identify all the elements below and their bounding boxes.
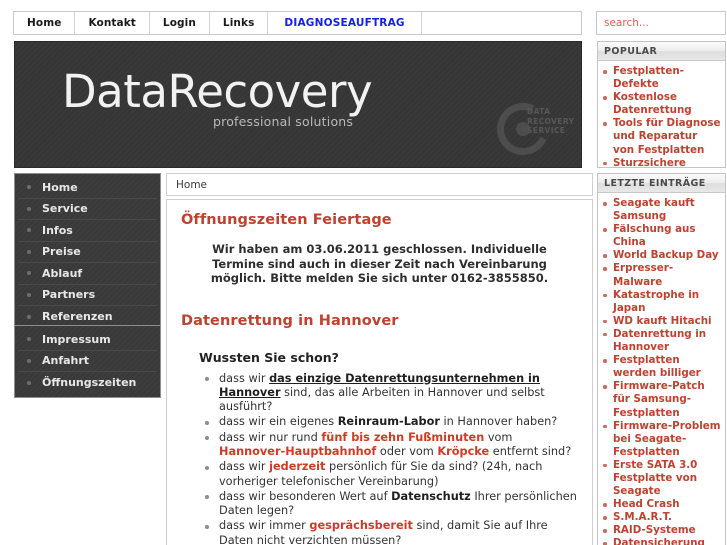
sidebar-item-infos[interactable]: Infos — [18, 220, 157, 242]
list-item[interactable]: Erpresser-Malware — [603, 262, 721, 288]
sidebar-item-ablauf[interactable]: Ablauf — [18, 263, 157, 285]
list-item[interactable]: Firmware-Patch für Samsung-Festplatten — [603, 380, 721, 419]
sidebar-item-label: Anfahrt — [42, 354, 90, 368]
list-item[interactable]: World Backup Day — [603, 249, 721, 262]
sidebar-item-oeffnungszeiten[interactable]: Öffnungszeiten — [18, 372, 157, 394]
popular-panel-title: POPULAR — [598, 42, 725, 61]
popular-list: Festplatten-Defekte Kostenlose Datenrett… — [598, 61, 725, 167]
sidebar-item-label: Referenzen — [42, 310, 113, 324]
list-item[interactable]: Festplatten werden billiger — [603, 354, 721, 380]
sidebar-item-partners[interactable]: Partners — [18, 285, 157, 306]
sidebar-item-home[interactable]: Home — [18, 177, 157, 199]
sidebar-item-label: Service — [42, 202, 88, 216]
top-navigation-bar: Home Kontakt Login Links DIAGNOSEAUFTRAG — [13, 11, 582, 35]
topnav-spacer — [422, 12, 581, 34]
facts-list: dass wir das einzige Datenrettungsuntern… — [181, 372, 578, 545]
site-logo-title: DataRecovery — [62, 65, 373, 118]
sidebar-item-label: Preise — [42, 245, 81, 259]
watermark-label: DATA RECOVERY SERVICE — [527, 107, 575, 135]
topnav-item-links[interactable]: Links — [210, 12, 269, 34]
topnav-item-kontakt[interactable]: Kontakt — [75, 12, 150, 34]
sidebar-primary-menu: Home Service Infos Preise Ablauf Partner… — [14, 173, 161, 332]
list-item: dass wir immer gesprächsbereit sind, dam… — [204, 519, 578, 545]
sidebar-item-service[interactable]: Service — [18, 199, 157, 220]
site-banner: DataRecovery professional solutions DATA… — [14, 41, 582, 168]
list-item: dass wir nur rund fünf bis zehn Fußminut… — [204, 431, 578, 460]
page-title-oeffnungszeiten: Öffnungszeiten Feiertage — [181, 212, 392, 228]
sidebar-item-label: Home — [42, 180, 78, 194]
section-title-wussten-sie-schon: Wussten Sie schon? — [199, 349, 339, 365]
sidebar-item-label: Impressum — [42, 332, 111, 346]
holiday-notice-text: Wir haben am 03.06.2011 geschlossen. Ind… — [210, 242, 549, 285]
list-item[interactable]: RAID-Systeme — [603, 524, 721, 537]
sidebar-secondary-menu: Impressum Anfahrt Öffnungszeiten — [14, 325, 161, 398]
sidebar-item-label: Infos — [42, 223, 73, 237]
list-item[interactable]: Kostenlose Datenrettung — [603, 91, 721, 117]
list-item: dass wir besonderen Wert auf Datenschutz… — [204, 490, 578, 519]
list-item[interactable]: Festplatten-Defekte — [603, 65, 721, 91]
list-item[interactable]: Head Crash — [603, 498, 721, 511]
topnav-item-diagnoseauftrag[interactable]: DIAGNOSEAUFTRAG — [268, 12, 422, 34]
list-item: dass wir jederzeit persönlich für Sie da… — [204, 460, 578, 489]
topnav-item-login[interactable]: Login — [150, 12, 210, 34]
search-input[interactable] — [596, 11, 726, 35]
page-title-datenrettung: Datenrettung in Hannover — [181, 312, 399, 329]
sidebar-item-impressum[interactable]: Impressum — [18, 329, 157, 351]
breadcrumb-current[interactable]: Home — [176, 179, 207, 191]
list-item[interactable]: Katastrophe in Japan — [603, 289, 721, 315]
topnav-item-home[interactable]: Home — [14, 12, 76, 34]
list-item[interactable]: Tools für Diagnose und Reparatur von Fes… — [603, 117, 721, 156]
list-item[interactable]: S.M.A.R.T. — [603, 511, 721, 524]
list-item[interactable]: Sturzsichere Festplatte — [603, 157, 721, 167]
list-item[interactable]: WD kauft Hitachi — [603, 315, 721, 328]
page-root: Home Kontakt Login Links DIAGNOSEAUFTRAG… — [0, 0, 727, 545]
breadcrumb: Home — [166, 173, 593, 196]
sidebar-item-preise[interactable]: Preise — [18, 242, 157, 263]
latest-entries-list: Seagate kauft Samsung Fälschung aus Chin… — [598, 193, 725, 545]
list-item[interactable]: Erste SATA 3.0 Festplatte von Seagate — [603, 459, 721, 498]
list-item[interactable]: Seagate kauft Samsung — [603, 197, 721, 223]
popular-panel: POPULAR Festplatten-Defekte Kostenlose D… — [597, 41, 726, 168]
latest-entries-panel-title: LETZTE EINTRÄGE — [598, 174, 725, 193]
list-item: dass wir das einzige Datenrettungsuntern… — [204, 372, 578, 415]
data-recovery-service-watermark-icon: DATA RECOVERY SERVICE — [489, 95, 574, 163]
list-item[interactable]: Datenrettung in Hannover — [603, 328, 721, 354]
list-item[interactable]: Firmware-Problem bei Seagate-Festplatten — [603, 420, 721, 459]
sidebar-item-anfahrt[interactable]: Anfahrt — [18, 351, 157, 372]
sidebar-item-label: Partners — [42, 288, 96, 302]
list-item[interactable]: Datensicherung mit CD und DVD — [603, 537, 721, 545]
list-item[interactable]: Fälschung aus China — [603, 223, 721, 249]
sidebar-item-label: Öffnungszeiten — [42, 376, 137, 390]
main-content: Öffnungszeiten Feiertage Wir haben am 03… — [166, 199, 593, 545]
site-logo-subtitle: professional solutions — [213, 114, 354, 129]
sidebar-item-label: Ablauf — [42, 266, 83, 280]
list-item: dass wir ein eigenes Reinraum-Labor in H… — [204, 415, 578, 429]
latest-entries-panel: LETZTE EINTRÄGE Seagate kauft Samsung Fä… — [597, 173, 726, 545]
